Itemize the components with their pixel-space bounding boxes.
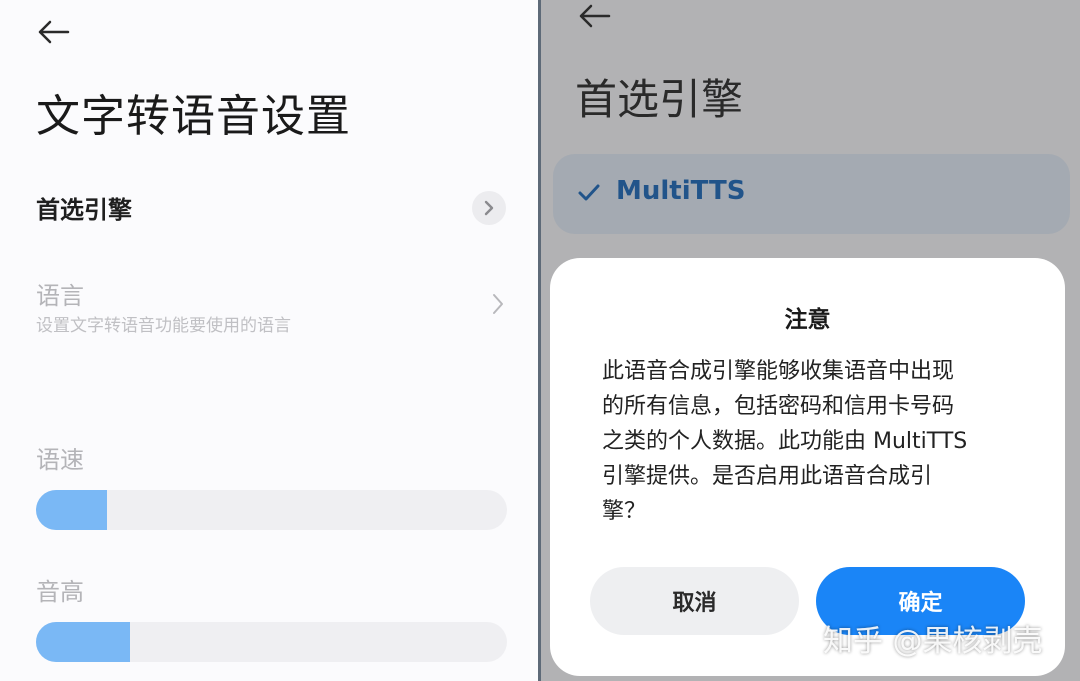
engine-option-label: MultiTTS bbox=[616, 176, 746, 206]
pitch-slider-fill bbox=[36, 622, 131, 662]
dialog-message-line: 此语音合成引擎能够收集语音中出现 bbox=[602, 359, 955, 384]
dialog-message-line: 之类的个人数据。此功能由 MultiTTS bbox=[602, 429, 968, 454]
checkmark-icon bbox=[578, 184, 600, 201]
pitch-slider[interactable] bbox=[36, 622, 507, 662]
pitch-label: 音高 bbox=[36, 578, 84, 606]
language-label[interactable]: 语言 bbox=[36, 276, 84, 311]
dialog-message: 此语音合成引擎能够收集语音中出现 的所有信息，包括密码和信用卡号码 之类的个人数… bbox=[602, 354, 1022, 529]
dialog-message-line: 的所有信息，包括密码和信用卡号码 bbox=[602, 394, 955, 419]
chevron-right-icon[interactable] bbox=[490, 292, 506, 316]
watermark: 知乎 @果核剥壳 bbox=[823, 624, 1043, 659]
cancel-button[interactable]: 取消 bbox=[590, 567, 799, 635]
tts-settings-screen: 文字转语音设置 首选引擎 语言 设置文字转语音功能要使用的语言 语速 音高 bbox=[0, 0, 538, 681]
chevron-right-icon bbox=[484, 200, 494, 216]
dialog-message-line: 引擎提供。是否启用此语音合成引 bbox=[602, 464, 933, 489]
dialog-message-line: 擎？ bbox=[602, 499, 647, 524]
speech-rate-slider-fill bbox=[36, 490, 107, 530]
preferred-engine-button[interactable] bbox=[472, 191, 506, 225]
language-subtitle: 设置文字转语音功能要使用的语言 bbox=[36, 316, 291, 336]
dialog-title: 注意 bbox=[784, 307, 831, 333]
confirm-dialog: 注意 此语音合成引擎能够收集语音中出现 的所有信息，包括密码和信用卡号码 之类的… bbox=[550, 258, 1065, 676]
engine-option-multitts[interactable]: MultiTTS bbox=[553, 154, 1070, 234]
page-title: 首选引擎 bbox=[575, 75, 744, 124]
speech-rate-slider[interactable] bbox=[36, 490, 507, 530]
page-title: 文字转语音设置 bbox=[36, 91, 351, 142]
preferred-engine-label[interactable]: 首选引擎 bbox=[36, 190, 132, 225]
back-arrow-icon[interactable] bbox=[36, 20, 70, 44]
back-arrow-icon[interactable] bbox=[577, 4, 611, 28]
preferred-engine-screen: 首选引擎 MultiTTS 注意 此语音合成引擎能够收集语音中出现 的所有信息，… bbox=[541, 0, 1080, 681]
speech-rate-label: 语速 bbox=[36, 446, 84, 474]
